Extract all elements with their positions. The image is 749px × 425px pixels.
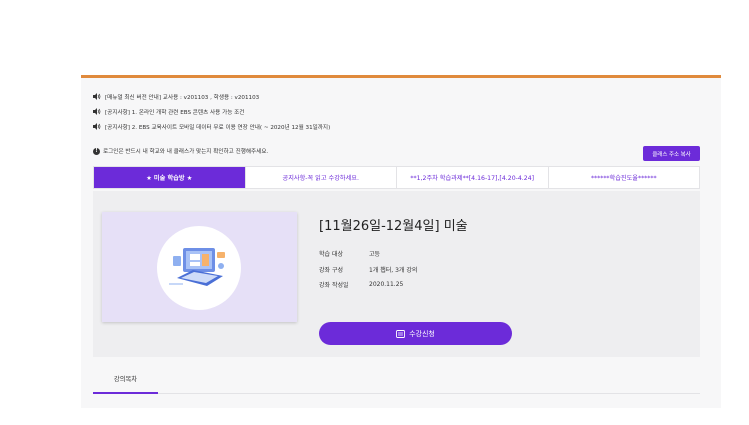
speaker-icon bbox=[93, 123, 101, 130]
meta-label: 강좌 구성 bbox=[319, 266, 343, 274]
course-card: [11월26일-12월4일] 미술 학습 대상 고등 강좌 구성 1개 챕터, … bbox=[93, 191, 700, 357]
notice-item[interactable]: [공지사항] 1. 온라인 개학 관련 EBS 콘텐츠 사용 가능 조건 bbox=[93, 104, 330, 119]
tab-assignments[interactable]: **1,2주차 학습과제**[4.16-17],[4.20-4.24] bbox=[396, 167, 548, 188]
exclamation-icon: ! bbox=[93, 147, 100, 155]
copy-class-address-button[interactable]: 클래스 주소 복사 bbox=[643, 146, 700, 161]
warning-text: 로그인은 반드시 내 학교와 내 클래스가 맞는지 확인하고 진행해주세요. bbox=[103, 149, 269, 155]
speaker-icon bbox=[93, 108, 101, 115]
class-panel: [매뉴얼 최신 버전 안내] 교사용 : v201103 , 학생용 : v20… bbox=[81, 75, 721, 408]
board-tabs: ★ 미술 학습방 ★ 공지사항-꼭 읽고 수강하세요. **1,2주차 학습과제… bbox=[93, 166, 700, 189]
document-icon bbox=[396, 329, 406, 338]
meta-value: 2020.11.25 bbox=[369, 281, 404, 289]
enroll-label: 수강신청 bbox=[409, 330, 435, 338]
course-detail-tabs: 강의목차 bbox=[93, 365, 700, 394]
course-title: [11월26일-12월4일] 미술 bbox=[319, 219, 468, 234]
enroll-button[interactable]: 수강신청 bbox=[319, 322, 512, 345]
meta-row: 학습 대상 고등 bbox=[319, 246, 417, 262]
tab-art-study-room[interactable]: ★ 미술 학습방 ★ bbox=[94, 167, 245, 188]
tab-notice[interactable]: 공지사항-꼭 읽고 수강하세요. bbox=[244, 167, 397, 188]
meta-value: 고등 bbox=[369, 251, 381, 259]
notice-text: [공지사항] 2. EBS 교육사이트 모바일 데이터 무료 이용 연장 안내(… bbox=[105, 124, 331, 131]
notice-list: [매뉴얼 최신 버전 안내] 교사용 : v201103 , 학생용 : v20… bbox=[93, 89, 330, 134]
notice-item[interactable]: [매뉴얼 최신 버전 안내] 교사용 : v201103 , 학생용 : v20… bbox=[93, 89, 330, 104]
speaker-icon bbox=[93, 93, 101, 100]
laptop-illustration-icon bbox=[169, 248, 225, 286]
meta-row: 강좌 작성일 2020.11.25 bbox=[319, 277, 417, 293]
meta-row: 강좌 구성 1개 챕터, 3개 강의 bbox=[319, 262, 417, 278]
meta-label: 학습 대상 bbox=[319, 251, 343, 259]
course-meta: 학습 대상 고등 강좌 구성 1개 챕터, 3개 강의 강좌 작성일 2020.… bbox=[319, 246, 417, 293]
notice-item[interactable]: [공지사항] 2. EBS 교육사이트 모바일 데이터 무료 이용 연장 안내(… bbox=[93, 119, 330, 134]
notice-text: [공지사항] 1. 온라인 개학 관련 EBS 콘텐츠 사용 가능 조건 bbox=[105, 109, 245, 116]
login-warning: ! 로그인은 반드시 내 학교와 내 클래스가 맞는지 확인하고 진행해주세요. bbox=[93, 147, 268, 155]
meta-value: 1개 챕터, 3개 강의 bbox=[369, 266, 418, 274]
thumbnail-circle bbox=[157, 226, 241, 310]
tab-progress[interactable]: ******학습진도율****** bbox=[547, 167, 700, 188]
notice-text: [매뉴얼 최신 버전 안내] 교사용 : v201103 , 학생용 : v20… bbox=[105, 94, 260, 101]
tab-table-of-contents[interactable]: 강의목차 bbox=[93, 365, 158, 394]
course-thumbnail bbox=[102, 212, 297, 322]
meta-label: 강좌 작성일 bbox=[319, 282, 349, 290]
